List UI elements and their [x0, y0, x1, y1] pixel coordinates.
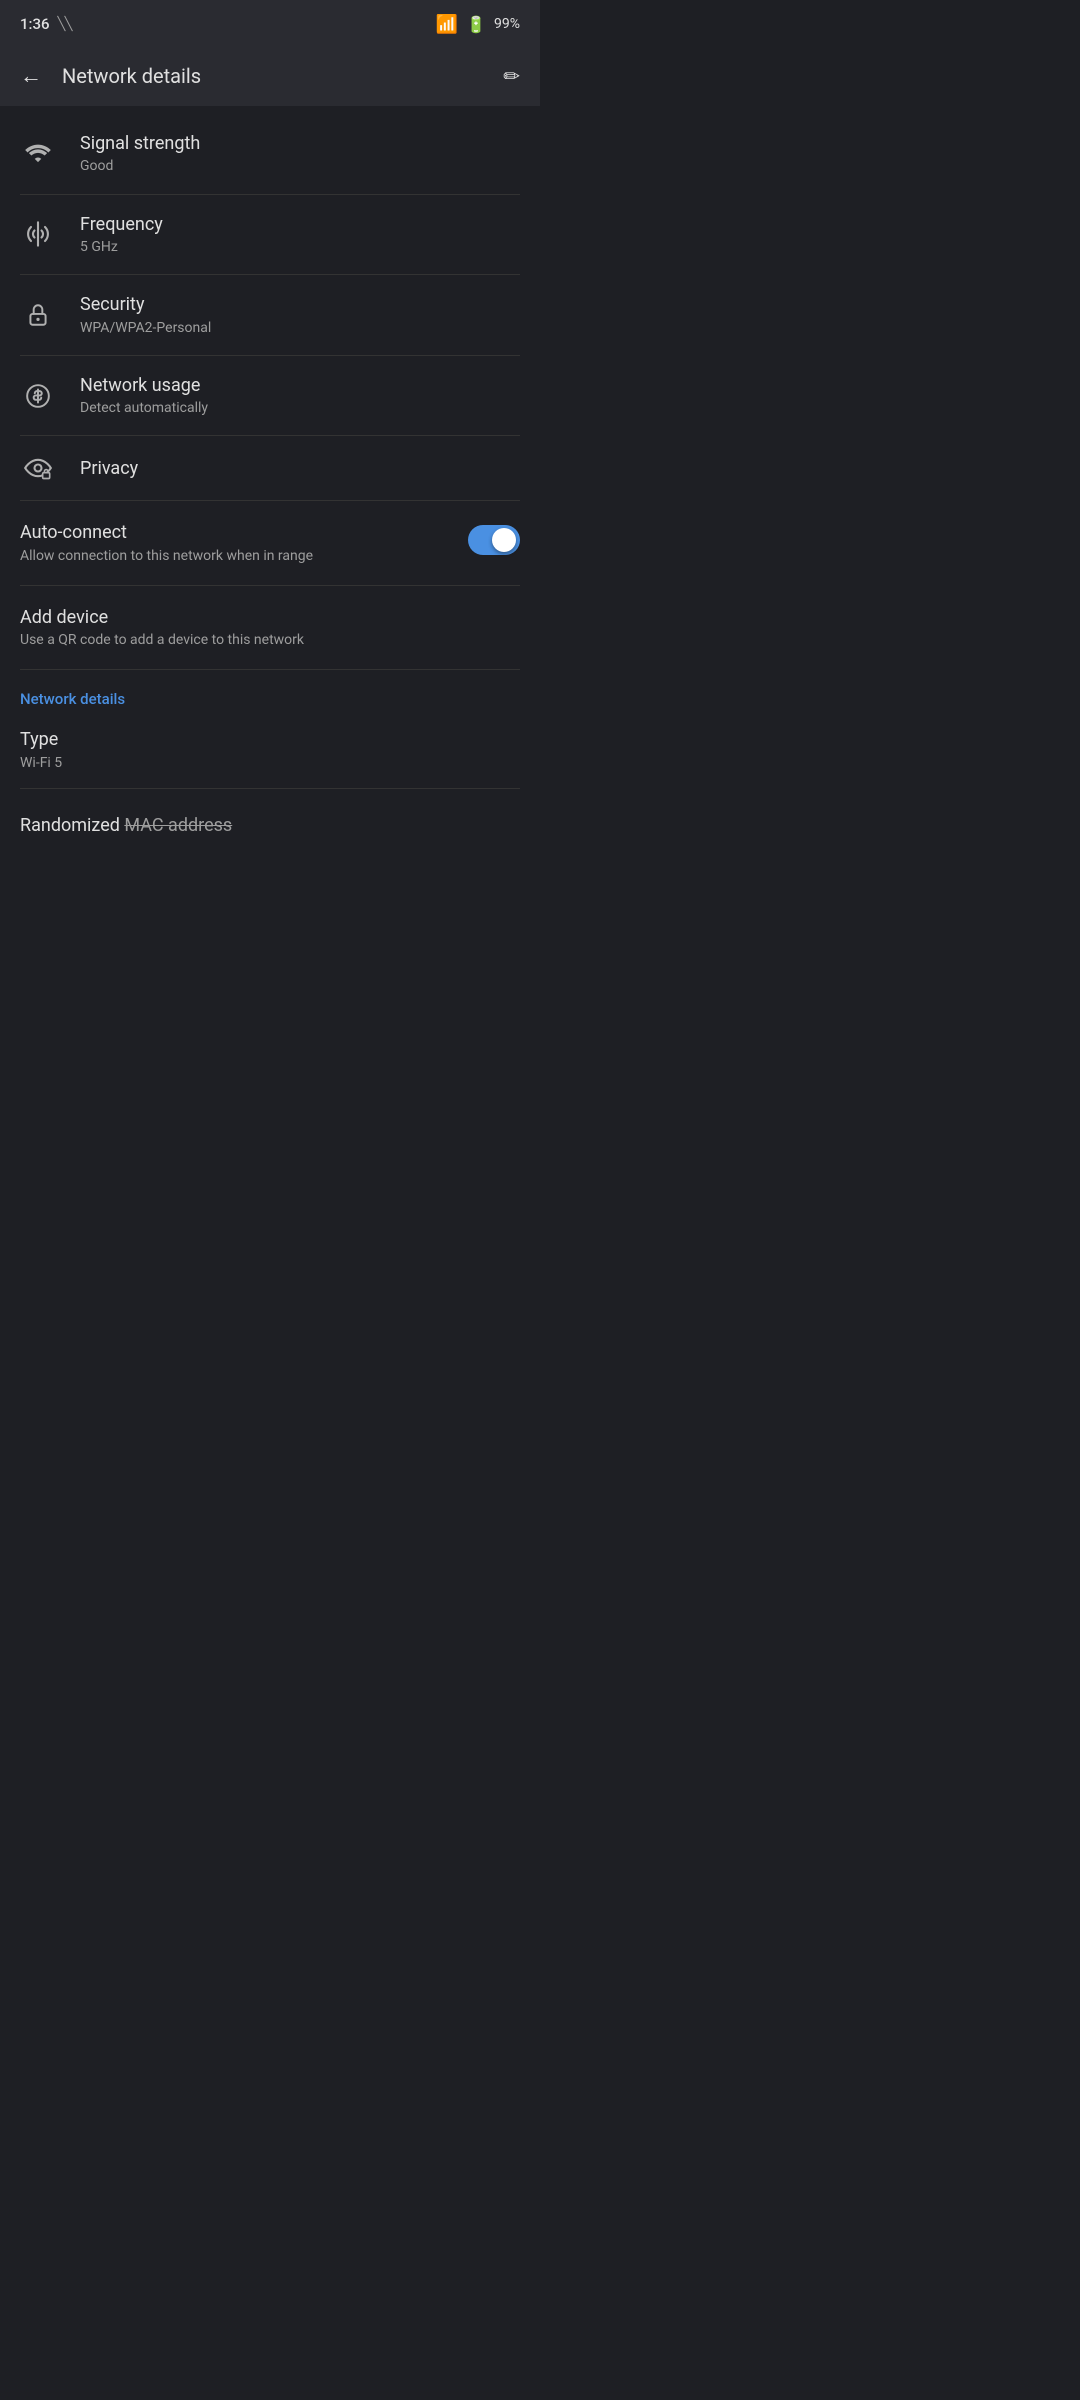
signal-cross-icons: ╲ ╲ — [58, 17, 71, 32]
mac-address-prefix: Randomized — [20, 815, 120, 836]
wifi-signal-icon — [20, 143, 56, 165]
mac-address-strikethrough: MAC address — [124, 815, 232, 836]
auto-connect-text: Auto-connect Allow connection to this ne… — [20, 521, 444, 565]
battery-percentage: 99% — [494, 16, 520, 32]
network-usage-title: Network usage — [80, 374, 520, 397]
frequency-row[interactable]: Frequency 5 GHz — [0, 195, 540, 275]
security-text: Security WPA/WPA2-Personal — [80, 293, 520, 337]
signal-strength-text: Signal strength Good — [80, 132, 520, 176]
security-subtitle: WPA/WPA2-Personal — [80, 319, 520, 337]
auto-connect-toggle-container — [468, 521, 520, 555]
auto-connect-subtitle: Allow connection to this network when in… — [20, 547, 340, 565]
privacy-text: Privacy — [80, 457, 520, 480]
network-usage-subtitle: Detect automatically — [80, 399, 520, 417]
frequency-subtitle: 5 GHz — [80, 238, 520, 256]
mac-address-title: Randomized MAC address — [20, 814, 520, 837]
frequency-text: Frequency 5 GHz — [80, 213, 520, 257]
auto-connect-title: Auto-connect — [20, 521, 444, 544]
signal-strength-subtitle: Good — [80, 157, 520, 175]
app-bar-left: ← Network details — [20, 63, 201, 89]
type-row: Type Wi-Fi 5 — [0, 716, 540, 788]
network-usage-row[interactable]: Network usage Detect automatically — [0, 356, 540, 436]
privacy-title: Privacy — [80, 457, 520, 480]
lock-icon — [20, 302, 56, 328]
eye-lock-icon — [20, 454, 56, 482]
wifi-status-icon: 📶 — [436, 14, 458, 35]
privacy-row[interactable]: Privacy — [0, 436, 540, 500]
back-button[interactable]: ← — [20, 63, 42, 89]
auto-connect-toggle[interactable] — [468, 525, 520, 555]
security-title: Security — [80, 293, 520, 316]
add-device-text: Add device Use a QR code to add a device… — [20, 606, 520, 650]
add-device-title: Add device — [20, 606, 520, 629]
add-device-row[interactable]: Add device Use a QR code to add a device… — [0, 586, 540, 670]
signal-strength-title: Signal strength — [80, 132, 520, 155]
content: Signal strength Good Frequency 5 GHz — [0, 106, 540, 869]
status-left: 1:36 ╲ ╲ — [20, 15, 70, 33]
mac-address-text: Randomized MAC address — [20, 814, 520, 837]
dollar-icon — [20, 383, 56, 409]
status-right: 📶 🔋 99% — [436, 14, 520, 35]
type-subtitle: Wi-Fi 5 — [20, 754, 62, 772]
auto-connect-row[interactable]: Auto-connect Allow connection to this ne… — [0, 501, 540, 585]
type-title: Type — [20, 728, 58, 751]
frequency-icon — [20, 220, 56, 248]
network-usage-text: Network usage Detect automatically — [80, 374, 520, 418]
battery-status-icon: 🔋 — [466, 15, 486, 34]
toggle-knob — [492, 528, 516, 552]
app-bar: ← Network details ✏ — [0, 46, 540, 106]
add-device-subtitle: Use a QR code to add a device to this ne… — [20, 631, 520, 649]
time: 1:36 — [20, 15, 50, 33]
frequency-title: Frequency — [80, 213, 520, 236]
status-bar: 1:36 ╲ ╲ 📶 🔋 99% — [0, 0, 540, 46]
edit-button[interactable]: ✏ — [503, 64, 520, 88]
app-bar-title: Network details — [62, 64, 201, 88]
mac-address-row: Randomized MAC address — [0, 789, 540, 861]
network-details-section-header: Network details — [0, 670, 540, 716]
security-row[interactable]: Security WPA/WPA2-Personal — [0, 275, 540, 355]
signal-strength-row[interactable]: Signal strength Good — [0, 114, 540, 194]
